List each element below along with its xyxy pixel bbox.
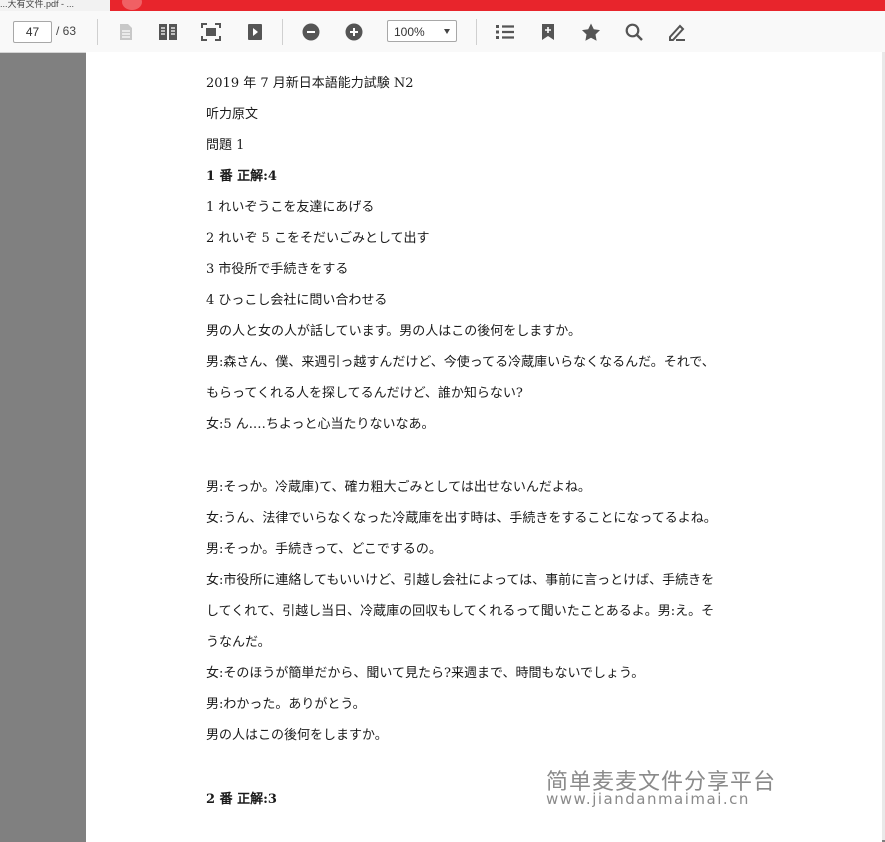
doc-line: 1 れいぞうこを友達にあげる <box>206 200 375 215</box>
doc-line: 男の人と女の人が話しています。男の人はこの後何をしますか。 <box>206 324 582 339</box>
pdf-toolbar: 47 / 63 100% <box>0 11 885 53</box>
doc-line: 听力原文 <box>206 107 259 122</box>
bookmark-add-icon[interactable] <box>537 21 559 43</box>
doc-line: 男:わかった。ありがとう。 <box>206 697 366 712</box>
watermark-url: www.jiandanmaimai.cn <box>546 790 750 808</box>
zoom-out-icon[interactable] <box>300 21 322 43</box>
dual-page-icon[interactable] <box>157 21 179 43</box>
doc-line: 3 市役所で手続きをする <box>206 262 349 277</box>
total-pages-label: / 63 <box>56 24 77 38</box>
doc-line: もらってくれる人を探してるんだけど、誰か知らない? <box>206 386 523 401</box>
doc-line: 男の人はこの後何をしますか。 <box>206 728 388 743</box>
doc-line: 4 ひっこし会社に問い合わせる <box>206 293 388 308</box>
doc-line: 1 番 正解:4 <box>206 169 277 184</box>
doc-line: 女:うん、法律でいらなくなった冷蔵庫を出す時は、手続きをすることになってるよね。 <box>206 511 717 526</box>
search-icon[interactable] <box>623 21 645 43</box>
toolbar-divider <box>282 19 283 45</box>
play-icon[interactable] <box>244 21 266 43</box>
doc-line: 2019 年 7 月新日本語能力試験 N2 <box>206 76 414 91</box>
toolbar-divider <box>476 19 477 45</box>
red-banner <box>110 0 885 11</box>
doc-line: 男:そっか。冷蔵庫)て、確カ粗大ごみとしては出せないんだよね。 <box>206 480 591 495</box>
star-icon[interactable] <box>580 21 602 43</box>
pen-icon[interactable] <box>666 21 688 43</box>
doc-line: 2 番 正解:3 <box>206 792 277 807</box>
doc-line: 男:そっか。手続きって、どこでするの。 <box>206 542 442 557</box>
doc-line: うなんだ。 <box>206 635 271 650</box>
doc-line: してくれて、引越し当日、冷蔵庫の回収もしてくれるって聞いたことあるよ。男:え。そ <box>206 604 715 619</box>
page-icon[interactable] <box>115 21 137 43</box>
pdf-page: 2019 年 7 月新日本語能力試験 N2 听力原文 問題 1 1 番 正解:4… <box>86 52 882 842</box>
zoom-select[interactable]: 100% <box>387 20 457 42</box>
doc-line: 問題 1 <box>206 138 245 153</box>
doc-line: 女:5 ん.…ちよっと心当たりないなあ。 <box>206 417 435 432</box>
doc-line: 女:そのほうが簡単だから、聞いて見たら?来週まで、時間もないでしょう。 <box>206 666 645 681</box>
zoom-in-icon[interactable] <box>343 21 365 43</box>
browser-tab-strip: ...大有文件.pdf - ... <box>0 0 885 11</box>
doc-line: 男:森さん、僕、来週引っ越すんだけど、今使ってる冷蔵庫いらなくなるんだ。それで、 <box>206 355 715 370</box>
page-number-input[interactable]: 47 <box>13 21 52 43</box>
chevron-down-icon <box>444 29 450 34</box>
toolbar-divider <box>97 19 98 45</box>
zoom-value: 100% <box>394 25 425 39</box>
fit-page-icon[interactable] <box>200 21 222 43</box>
browser-tab[interactable]: ...大有文件.pdf - ... <box>0 0 110 11</box>
list-icon[interactable] <box>494 21 516 43</box>
doc-line: 女:市役所に連絡してもいいけど、引越し会社によっては、事前に言っとけば、手続きを <box>206 573 715 588</box>
doc-line: 2 れいぞ 5 こをそだいごみとして出す <box>206 231 430 246</box>
